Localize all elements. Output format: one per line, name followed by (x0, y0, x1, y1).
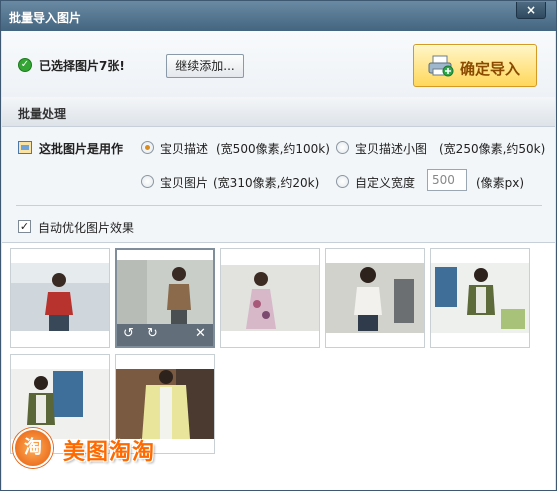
thumbnail-photo-1[interactable] (10, 248, 110, 348)
add-more-button[interactable]: 继续添加... (166, 54, 244, 78)
image-usage-icon (18, 141, 32, 154)
rotate-left-icon[interactable]: ↺ (123, 326, 134, 341)
radio-desc-500[interactable] (141, 141, 154, 154)
photo-4-image (326, 263, 424, 333)
rotate-right-icon[interactable]: ↻ (147, 326, 158, 341)
custom-width-input[interactable]: 500 (427, 169, 467, 191)
section-title: 批量处理 (18, 107, 67, 121)
confirm-import-button[interactable]: 确定导入 (413, 44, 537, 87)
thumbnail-photo-2[interactable]: ↺ ↻ ✕ (115, 248, 215, 348)
thumbnail-photo-4[interactable] (325, 248, 425, 348)
radio-item-310[interactable] (141, 175, 154, 188)
photo-3-image (221, 265, 319, 331)
auto-optimize-checkbox[interactable]: ✓ (18, 220, 31, 233)
close-button[interactable]: × (516, 2, 546, 19)
usage-panel: 这批图片是用作 宝贝描述 (宽500像素,约100k) 宝贝描述小图 (宽250… (2, 127, 555, 242)
meitu-taotao-watermark: 淘 美图淘淘 (13, 428, 203, 468)
auto-optimize-label: 自动优化图片效果 (38, 221, 135, 235)
radio-item-310-label: 宝贝图片 (160, 176, 209, 190)
radio-desc-500-hint: (宽500像素,约100k) (216, 142, 330, 156)
close-icon: × (525, 3, 537, 17)
watermark-badge: 淘 (13, 428, 53, 468)
watermark-text: 美图淘淘 (63, 440, 156, 465)
batch-import-dialog: 批量导入图片 × ✓ 已选择图片7张! 继续添加... 确定导入 批量处理 这批… (0, 0, 557, 491)
confirm-import-label: 确定导入 (460, 60, 521, 78)
check-circle-icon: ✓ (18, 58, 32, 72)
thumbnail-photo-3[interactable] (220, 248, 320, 348)
radio-desc-thumb-250[interactable] (336, 141, 349, 154)
radio-custom-width[interactable] (336, 175, 349, 188)
radio-desc-thumb-hint: (宽250像素,约50k) (439, 142, 546, 156)
photo-5-image (431, 263, 529, 333)
divider (16, 205, 542, 206)
selected-count-text: 已选择图片7张! (39, 59, 125, 73)
window-title: 批量导入图片 (9, 11, 82, 25)
usage-label: 这批图片是用作 (39, 142, 124, 156)
radio-item-310-hint: (宽310像素,约20k) (213, 176, 320, 190)
delete-icon[interactable]: ✕ (195, 326, 206, 341)
photo-1-image (11, 263, 109, 331)
radio-desc-thumb-label: 宝贝描述小图 (355, 142, 428, 156)
import-printer-icon (428, 55, 454, 77)
custom-width-unit: (像素px) (476, 176, 525, 190)
radio-desc-500-label: 宝贝描述 (160, 142, 209, 156)
batch-process-header: 批量处理 (2, 97, 555, 127)
radio-custom-width-label: 自定义宽度 (355, 176, 416, 190)
thumbnail-toolbar: ↺ ↻ ✕ (117, 324, 213, 346)
selection-panel: ✓ 已选择图片7张! 继续添加... 确定导入 (2, 31, 555, 97)
title-bar: 批量导入图片 × (1, 1, 556, 31)
thumbnail-photo-5[interactable] (430, 248, 530, 348)
